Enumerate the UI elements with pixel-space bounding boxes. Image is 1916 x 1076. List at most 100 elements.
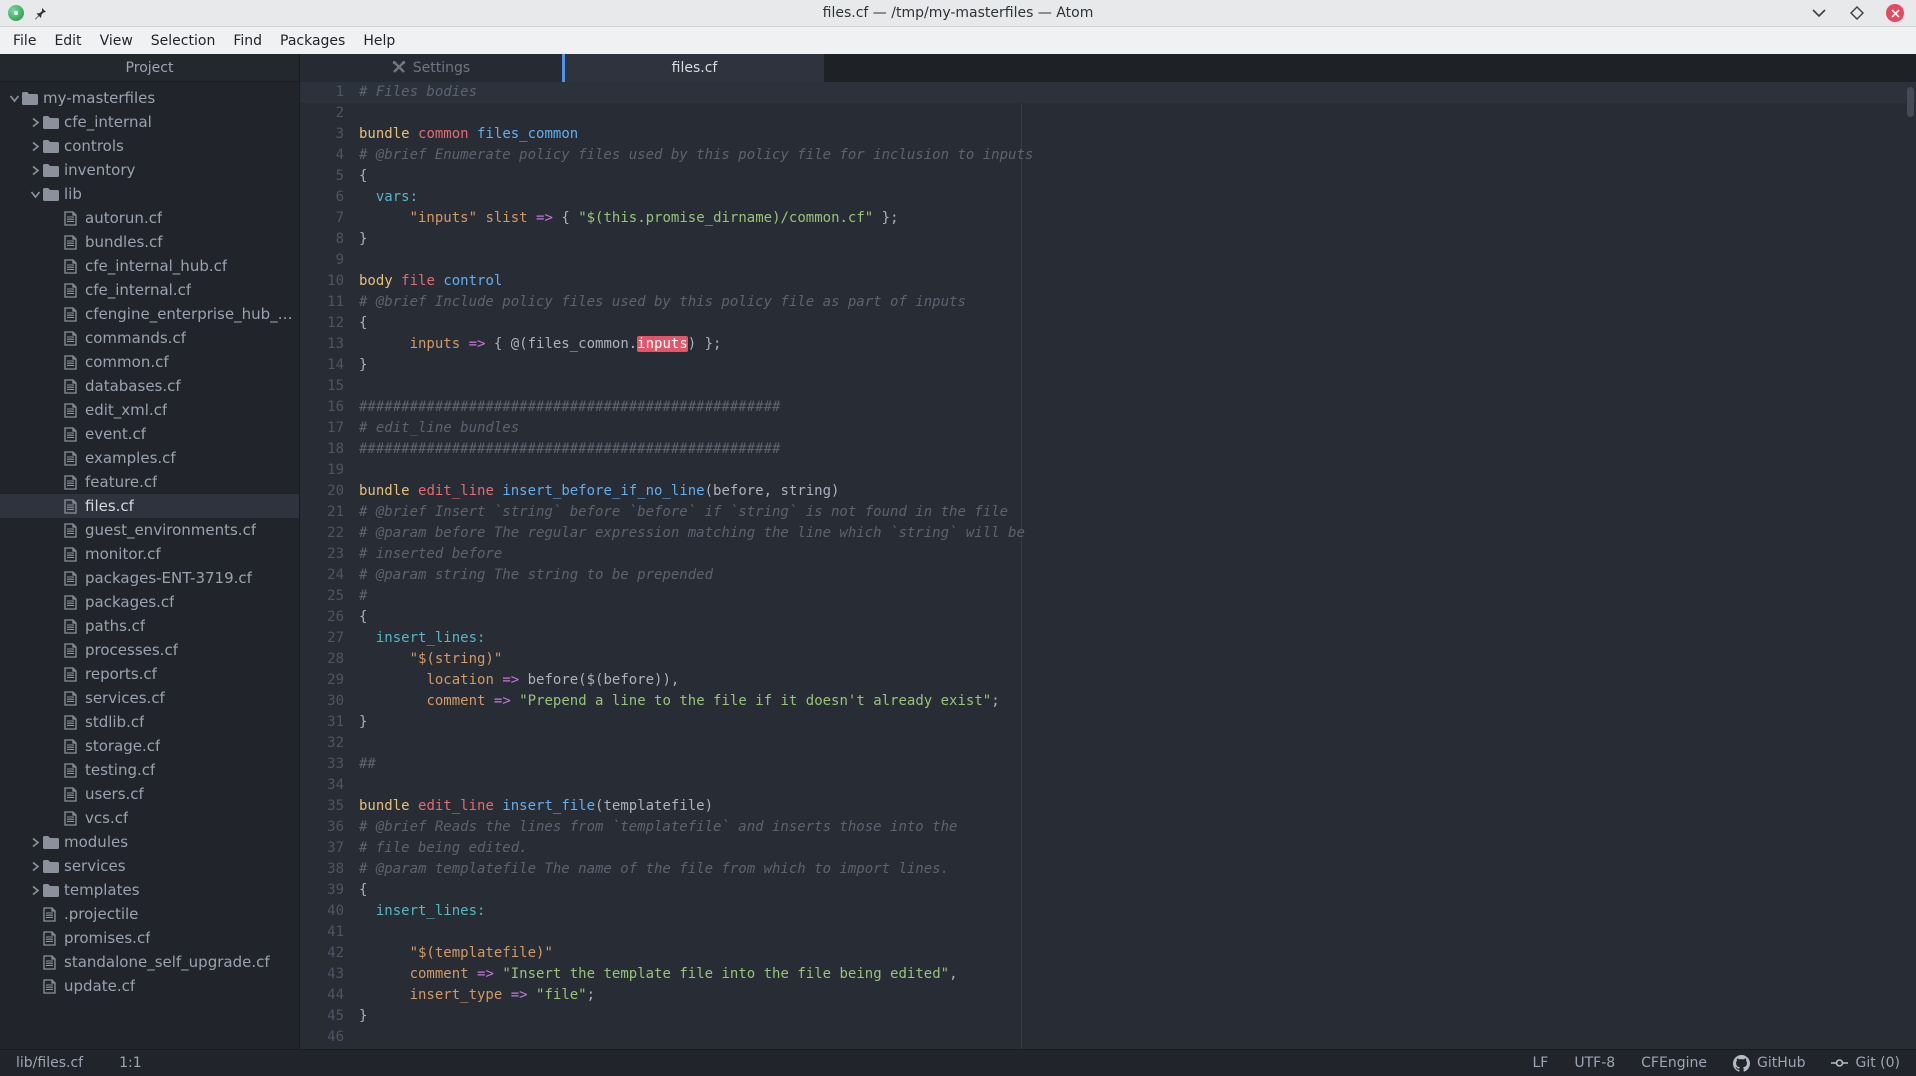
menu-selection[interactable]: Selection [142, 29, 225, 53]
code-line-33[interactable]: 33## [300, 754, 1916, 775]
line-number[interactable]: 17 [300, 418, 344, 439]
line-number[interactable]: 40 [300, 901, 344, 922]
tree-item-storage.cf[interactable]: storage.cf [0, 734, 299, 758]
code-line-28[interactable]: 28 "$(string)" [300, 649, 1916, 670]
code-line-35[interactable]: 35bundle edit_line insert_file(templatef… [300, 796, 1916, 817]
tree-item-autorun.cf[interactable]: autorun.cf [0, 206, 299, 230]
line-number[interactable]: 29 [300, 670, 344, 691]
code-line-13[interactable]: 13 inputs => { @(files_common.inputs) }; [300, 334, 1916, 355]
code-line-27[interactable]: 27 insert_lines: [300, 628, 1916, 649]
line-number[interactable]: 12 [300, 313, 344, 334]
line-ending-indicator[interactable]: LF [1532, 1055, 1548, 1071]
tree-item-guest_environments.cf[interactable]: guest_environments.cf [0, 518, 299, 542]
tree-item-users.cf[interactable]: users.cf [0, 782, 299, 806]
line-number[interactable]: 26 [300, 607, 344, 628]
code-line-34[interactable]: 34 [300, 775, 1916, 796]
line-number[interactable]: 11 [300, 292, 344, 313]
code-line-10[interactable]: 10body file control [300, 271, 1916, 292]
code-line-5[interactable]: 5{ [300, 166, 1916, 187]
code-line-18[interactable]: 18######################################… [300, 439, 1916, 460]
tree-item-modules[interactable]: modules [0, 830, 299, 854]
line-number[interactable]: 28 [300, 649, 344, 670]
code-line-30[interactable]: 30 comment => "Prepend a line to the fil… [300, 691, 1916, 712]
tree-item-inventory[interactable]: inventory [0, 158, 299, 182]
code-line-7[interactable]: 7 "inputs" slist => { "$(this.promise_di… [300, 208, 1916, 229]
code-line-23[interactable]: 23# inserted before [300, 544, 1916, 565]
github-status[interactable]: GitHub [1733, 1055, 1806, 1072]
line-number[interactable]: 33 [300, 754, 344, 775]
line-number[interactable]: 30 [300, 691, 344, 712]
tree-item-cfengine_enterprise_hub_ha.cf[interactable]: cfengine_enterprise_hub_ha.cf [0, 302, 299, 326]
line-number[interactable]: 9 [300, 250, 344, 271]
line-number[interactable]: 41 [300, 922, 344, 943]
code-line-3[interactable]: 3bundle common files_common [300, 124, 1916, 145]
menu-view[interactable]: View [91, 29, 142, 53]
line-number[interactable]: 6 [300, 187, 344, 208]
code-line-9[interactable]: 9 [300, 250, 1916, 271]
code-line-6[interactable]: 6 vars: [300, 187, 1916, 208]
tree-item-promises.cf[interactable]: promises.cf [0, 926, 299, 950]
close-button[interactable] [1886, 4, 1904, 22]
line-number[interactable]: 36 [300, 817, 344, 838]
tree-item-processes.cf[interactable]: processes.cf [0, 638, 299, 662]
tree-item-vcs.cf[interactable]: vcs.cf [0, 806, 299, 830]
pin-icon[interactable] [34, 7, 47, 20]
tree-item-databases.cf[interactable]: databases.cf [0, 374, 299, 398]
tree-item-services.cf[interactable]: services.cf [0, 686, 299, 710]
line-number[interactable]: 5 [300, 166, 344, 187]
line-number[interactable]: 38 [300, 859, 344, 880]
tree-item-event.cf[interactable]: event.cf [0, 422, 299, 446]
tree-item-.projectile[interactable]: .projectile [0, 902, 299, 926]
tree-item-bundles.cf[interactable]: bundles.cf [0, 230, 299, 254]
code-line-29[interactable]: 29 location => before($(before)), [300, 670, 1916, 691]
line-number[interactable]: 16 [300, 397, 344, 418]
line-number[interactable]: 2 [300, 103, 344, 124]
tree-item-monitor.cf[interactable]: monitor.cf [0, 542, 299, 566]
code-line-14[interactable]: 14} [300, 355, 1916, 376]
line-number[interactable]: 24 [300, 565, 344, 586]
line-number[interactable]: 31 [300, 712, 344, 733]
code-line-21[interactable]: 21# @brief Insert `string` before `befor… [300, 502, 1916, 523]
menu-find[interactable]: Find [224, 29, 271, 53]
line-number[interactable]: 35 [300, 796, 344, 817]
tree-item-examples.cf[interactable]: examples.cf [0, 446, 299, 470]
tree-item-packages.cf[interactable]: packages.cf [0, 590, 299, 614]
tree-item-cfe_internal[interactable]: cfe_internal [0, 110, 299, 134]
tree-item-cfe_internal_hub.cf[interactable]: cfe_internal_hub.cf [0, 254, 299, 278]
minimize-button[interactable] [1810, 4, 1828, 22]
line-number[interactable]: 18 [300, 439, 344, 460]
code-line-4[interactable]: 4# @brief Enumerate policy files used by… [300, 145, 1916, 166]
line-number[interactable]: 46 [300, 1027, 344, 1048]
code-line-42[interactable]: 42 "$(templatefile)" [300, 943, 1916, 964]
code-line-15[interactable]: 15 [300, 376, 1916, 397]
code-line-43[interactable]: 43 comment => "Insert the template file … [300, 964, 1916, 985]
tree-item-reports.cf[interactable]: reports.cf [0, 662, 299, 686]
line-number[interactable]: 37 [300, 838, 344, 859]
line-number[interactable]: 14 [300, 355, 344, 376]
tree-item-services[interactable]: services [0, 854, 299, 878]
line-number[interactable]: 15 [300, 376, 344, 397]
line-number[interactable]: 23 [300, 544, 344, 565]
line-number[interactable]: 19 [300, 460, 344, 481]
text-editor[interactable]: 1# Files bodies23bundle common files_com… [300, 82, 1916, 1049]
file-path[interactable]: lib/files.cf [16, 1055, 83, 1071]
code-line-26[interactable]: 26{ [300, 607, 1916, 628]
tree-item-paths.cf[interactable]: paths.cf [0, 614, 299, 638]
code-line-37[interactable]: 37# file being edited. [300, 838, 1916, 859]
maximize-button[interactable] [1848, 4, 1866, 22]
line-number[interactable]: 8 [300, 229, 344, 250]
tree-item-edit_xml.cf[interactable]: edit_xml.cf [0, 398, 299, 422]
line-number[interactable]: 42 [300, 943, 344, 964]
tree-item-lib[interactable]: lib [0, 182, 299, 206]
tree-item-common.cf[interactable]: common.cf [0, 350, 299, 374]
code-line-17[interactable]: 17# edit_line bundles [300, 418, 1916, 439]
grammar-indicator[interactable]: CFEngine [1641, 1055, 1707, 1071]
line-number[interactable]: 13 [300, 334, 344, 355]
tree-item-my-masterfiles[interactable]: my-masterfiles [0, 86, 299, 110]
cursor-position[interactable]: 1:1 [119, 1055, 142, 1071]
tree-item-commands.cf[interactable]: commands.cf [0, 326, 299, 350]
menu-edit[interactable]: Edit [45, 29, 90, 53]
line-number[interactable]: 21 [300, 502, 344, 523]
line-number[interactable]: 27 [300, 628, 344, 649]
line-number[interactable]: 3 [300, 124, 344, 145]
